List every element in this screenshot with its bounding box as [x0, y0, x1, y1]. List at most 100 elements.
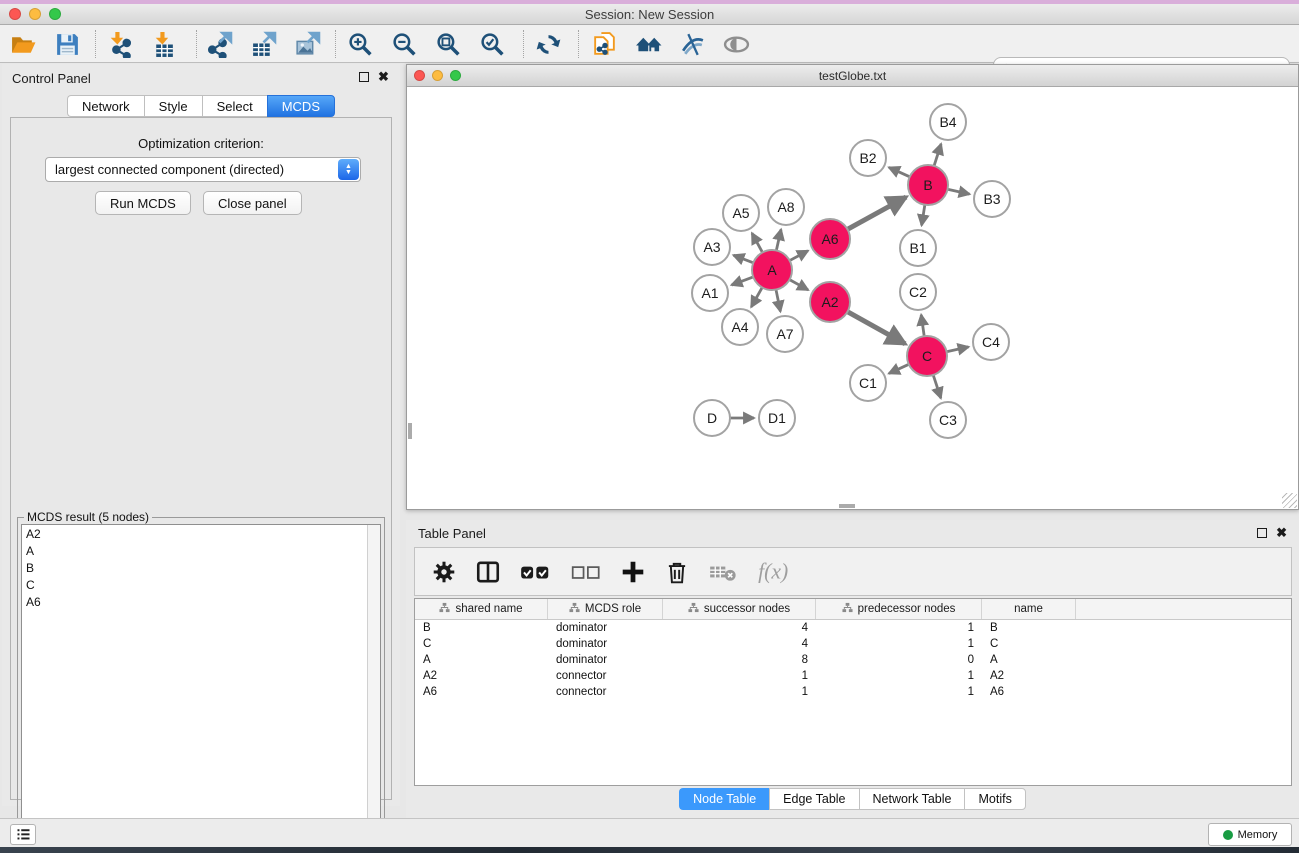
zoom-out-icon[interactable]	[391, 31, 418, 58]
save-icon[interactable]	[54, 31, 81, 58]
graph-node-A2[interactable]: A2	[810, 282, 850, 322]
add-column-icon[interactable]	[620, 559, 646, 585]
graph-edge-A-A1[interactable]	[732, 277, 754, 285]
zoom-selected-icon[interactable]	[479, 31, 506, 58]
cell[interactable]: dominator	[548, 654, 663, 666]
cell[interactable]: dominator	[548, 622, 663, 634]
graph-node-B2[interactable]: B2	[850, 140, 886, 176]
open-folder-icon[interactable]	[10, 31, 37, 58]
column-header-successor-nodes[interactable]: successor nodes	[663, 599, 816, 619]
result-list-scrollbar[interactable]	[367, 525, 380, 853]
home-icon[interactable]	[635, 31, 662, 58]
cell[interactable]: 4	[663, 638, 816, 650]
split-view-icon[interactable]	[475, 559, 501, 585]
cell[interactable]: 4	[663, 622, 816, 634]
cell[interactable]: dominator	[548, 638, 663, 650]
run-mcds-button[interactable]: Run MCDS	[95, 191, 191, 215]
graph-node-A7[interactable]: A7	[767, 316, 803, 352]
graph-edge-B-B2[interactable]	[889, 167, 910, 176]
table-row-A2[interactable]: A2connector11A2	[415, 668, 1291, 684]
mcds-result-item[interactable]: A6	[22, 593, 380, 610]
select-all-icon[interactable]	[519, 559, 552, 585]
cell[interactable]: A6	[415, 686, 548, 698]
graph-node-B[interactable]: B	[908, 165, 948, 205]
table-row-C[interactable]: Cdominator41C	[415, 636, 1291, 652]
float-table-panel-icon[interactable]	[1257, 528, 1267, 538]
cell[interactable]: B	[982, 622, 1076, 634]
graph-node-C4[interactable]: C4	[973, 324, 1009, 360]
close-table-panel-icon[interactable]: ✖	[1276, 528, 1287, 538]
tab-mcds[interactable]: MCDS	[267, 95, 335, 117]
mcds-result-item[interactable]: A2	[22, 525, 380, 542]
graph-node-C1[interactable]: C1	[850, 365, 886, 401]
canvas-scrollbar-thumb[interactable]	[408, 423, 412, 439]
table-row-B[interactable]: Bdominator41B	[415, 620, 1291, 636]
zoom-fit-icon[interactable]	[435, 31, 462, 58]
graph-node-B3[interactable]: B3	[974, 181, 1010, 217]
graph-node-D[interactable]: D	[694, 400, 730, 436]
tab-node-table[interactable]: Node Table	[679, 788, 769, 810]
float-panel-icon[interactable]	[359, 72, 369, 82]
graph-edge-C-C1[interactable]	[889, 364, 909, 373]
table-row-A[interactable]: Adominator80A	[415, 652, 1291, 668]
graph-edge-C-C2[interactable]	[921, 315, 924, 336]
graph-edge-A-A4[interactable]	[751, 287, 762, 307]
export-network-icon[interactable]	[206, 31, 233, 58]
cell[interactable]: A2	[415, 670, 548, 682]
graph-edge-A-A3[interactable]	[733, 255, 753, 263]
graph-edge-C-C3[interactable]	[933, 375, 941, 398]
table-row-A6[interactable]: A6connector11A6	[415, 684, 1291, 700]
graph-node-A8[interactable]: A8	[768, 189, 804, 225]
graph-node-A6[interactable]: A6	[810, 219, 850, 259]
memory-button[interactable]: Memory	[1208, 823, 1292, 846]
graph-node-A5[interactable]: A5	[723, 195, 759, 231]
graph-node-A[interactable]: A	[752, 250, 792, 290]
graph-node-A3[interactable]: A3	[694, 229, 730, 265]
network-window-titlebar[interactable]: testGlobe.txt	[407, 65, 1298, 87]
graph-node-B4[interactable]: B4	[930, 104, 966, 140]
cell[interactable]: 1	[816, 638, 982, 650]
cell[interactable]: 1	[816, 622, 982, 634]
gear-icon[interactable]	[431, 559, 457, 585]
column-header-predecessor-nodes[interactable]: predecessor nodes	[816, 599, 982, 619]
cell[interactable]: 0	[816, 654, 982, 666]
column-header-shared-name[interactable]: shared name	[415, 599, 548, 619]
graph-edge-A6-B[interactable]	[848, 197, 907, 229]
cell[interactable]: 1	[663, 670, 816, 682]
cell[interactable]: 8	[663, 654, 816, 666]
graph-node-D1[interactable]: D1	[759, 400, 795, 436]
task-history-button[interactable]	[10, 824, 36, 845]
hide-panels-icon[interactable]	[679, 31, 706, 58]
canvas-scrollbar-thumb[interactable]	[839, 504, 855, 508]
cell[interactable]: A2	[982, 670, 1076, 682]
graph-edge-A-A5[interactable]	[752, 233, 762, 252]
graph-edge-C-C4[interactable]	[947, 347, 969, 352]
window-resize-grip[interactable]	[1282, 493, 1297, 508]
network-canvas[interactable]: B4B2BB3A8A5A6A3B1AC2A1A2A4A7C4CC1C3DD1	[408, 87, 1297, 509]
column-header-MCDS-role[interactable]: MCDS role	[548, 599, 663, 619]
graph-edge-A-A7[interactable]	[776, 290, 780, 312]
close-panel-button[interactable]: Close panel	[203, 191, 302, 215]
tab-edge-table[interactable]: Edge Table	[769, 788, 858, 810]
zoom-in-icon[interactable]	[347, 31, 374, 58]
cell[interactable]: 1	[663, 686, 816, 698]
tab-select[interactable]: Select	[202, 95, 267, 117]
mcds-result-item[interactable]: C	[22, 576, 380, 593]
refresh-icon[interactable]	[535, 31, 562, 58]
graph-node-C2[interactable]: C2	[900, 274, 936, 310]
optimization-criterion-select[interactable]: largest connected component (directed) ▲…	[45, 157, 361, 182]
graph-node-B1[interactable]: B1	[900, 230, 936, 266]
mcds-result-item[interactable]: B	[22, 559, 380, 576]
cell[interactable]: B	[415, 622, 548, 634]
show-eye-icon[interactable]	[723, 31, 750, 58]
cell[interactable]: A	[982, 654, 1076, 666]
graph-edge-A2-C[interactable]	[847, 312, 905, 344]
graph-edge-A-A6[interactable]	[790, 251, 808, 261]
cell[interactable]: A6	[982, 686, 1076, 698]
tab-style[interactable]: Style	[144, 95, 202, 117]
cell[interactable]: connector	[548, 670, 663, 682]
cell[interactable]: 1	[816, 686, 982, 698]
cell[interactable]: A	[415, 654, 548, 666]
cell[interactable]: connector	[548, 686, 663, 698]
graph-edge-B-B3[interactable]	[948, 189, 970, 194]
